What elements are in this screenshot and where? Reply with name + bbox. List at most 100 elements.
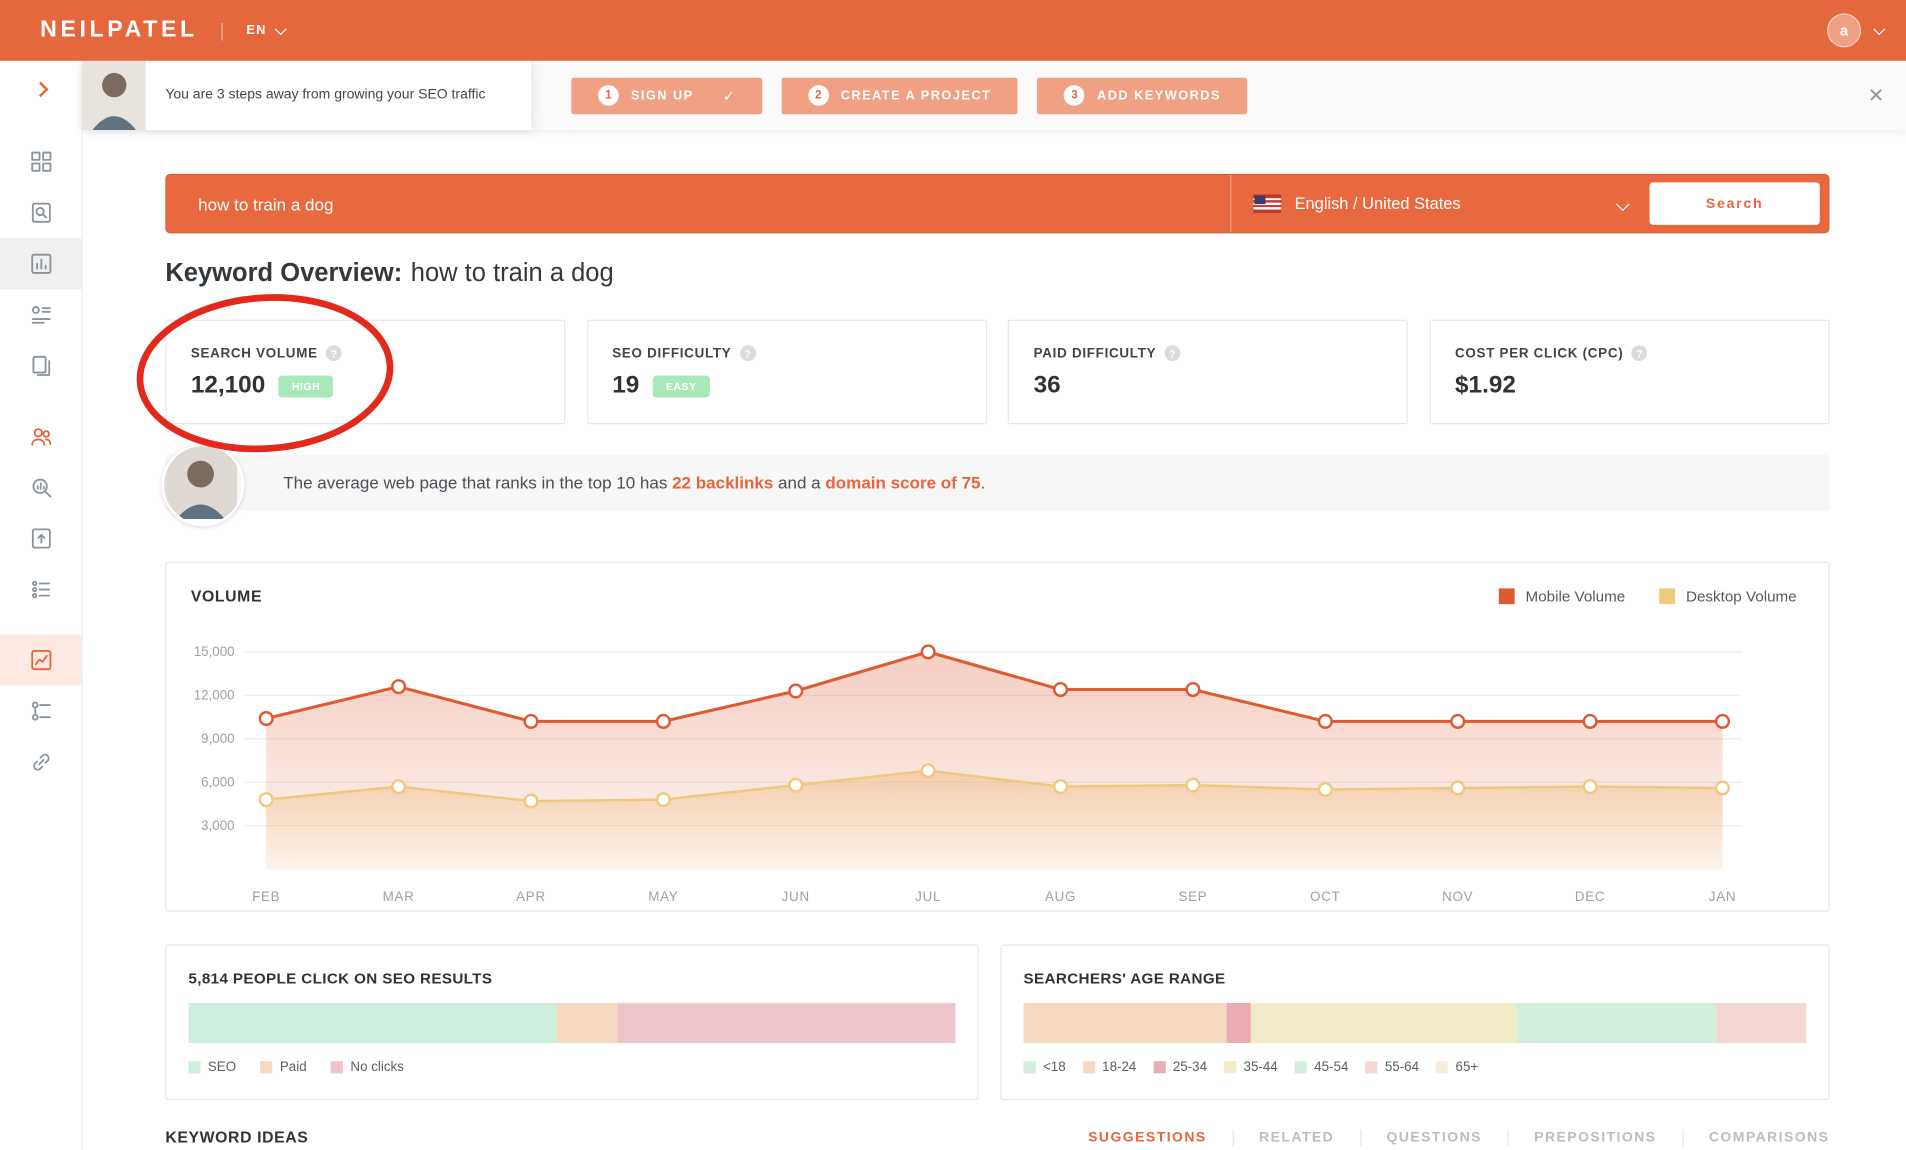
status-badge: HIGH — [279, 375, 334, 397]
domain-score-link[interactable]: domain score of 75 — [825, 473, 980, 492]
app: NEILPATEL | EN a You are 3 steps away fr… — [0, 0, 1906, 1150]
paid-difficulty-card: PAID DIFFICULTY? 36 — [1008, 320, 1408, 425]
svg-text:12,000: 12,000 — [194, 688, 235, 703]
age-range-title: SEARCHERS' AGE RANGE — [1002, 946, 1829, 987]
chevron-down-icon[interactable] — [1873, 23, 1885, 35]
tab-questions[interactable]: QUESTIONS — [1361, 1130, 1508, 1145]
keyword-ideas-tabs: SUGGESTIONS RELATED QUESTIONS PREPOSITIO… — [1063, 1129, 1830, 1146]
dashboard-icon — [29, 150, 53, 174]
sidebar-item-keyword-ideas[interactable] — [0, 289, 81, 340]
paid-swatch — [260, 1061, 272, 1073]
step-number: 3 — [1064, 85, 1085, 106]
help-icon[interactable]: ? — [326, 345, 342, 361]
seo-difficulty-value: 19 — [612, 372, 639, 400]
onboarding-banner: You are 3 steps away from growing your S… — [83, 61, 1906, 130]
svg-text:MAR: MAR — [383, 889, 415, 904]
page-title: Keyword Overview:how to train a dog — [165, 259, 613, 288]
chevron-right-icon — [33, 81, 48, 96]
svg-text:9,000: 9,000 — [201, 731, 234, 746]
documents-icon — [29, 354, 53, 378]
age-swatch — [1083, 1061, 1095, 1073]
onboarding-steps: 1 SIGN UP ✓ 2 CREATE A PROJECT 3 ADD KEY… — [571, 61, 1247, 130]
language-select[interactable]: English / United States — [1230, 175, 1649, 232]
help-icon[interactable]: ? — [1165, 345, 1181, 361]
sidebar-item-keyword-overview[interactable] — [0, 187, 81, 238]
sidebar-item-competitor-analysis[interactable] — [0, 411, 81, 462]
sidebar-expand-button[interactable] — [0, 61, 81, 117]
chart-legend: Mobile Volume Desktop Volume — [1499, 588, 1797, 605]
tab-related[interactable]: RELATED — [1233, 1130, 1359, 1145]
bar-segment-seo — [188, 1003, 556, 1043]
legend-desktop-volume: Desktop Volume — [1659, 588, 1796, 605]
sidebar-item-keyword-analysis[interactable] — [0, 238, 81, 289]
line-chart-icon — [29, 648, 53, 672]
idea-list-icon — [29, 303, 53, 327]
list-bullets-icon — [29, 577, 53, 601]
tab-comparisons[interactable]: COMPARISONS — [1683, 1130, 1829, 1145]
age-range-card: SEARCHERS' AGE RANGE <18 18-24 25-34 35-… — [1000, 945, 1829, 1101]
sidebar-item-import[interactable] — [0, 513, 81, 564]
backlinks-link[interactable]: 22 backlinks — [672, 473, 773, 492]
metric-cards: SEARCH VOLUME? 12,100 HIGH SEO DIFFICULT… — [165, 320, 1829, 425]
svg-text:JUL: JUL — [915, 889, 941, 904]
sidebar-item-backlinks[interactable] — [0, 686, 81, 737]
search-input[interactable]: how to train a dog — [167, 194, 1231, 213]
file-upload-icon — [29, 526, 53, 550]
sidebar-item-keyword-lists[interactable] — [0, 564, 81, 615]
banner-message: You are 3 steps away from growing your S… — [146, 86, 505, 105]
sidebar-item-content-ideas[interactable] — [0, 340, 81, 391]
age-swatch — [1153, 1061, 1165, 1073]
svg-text:OCT: OCT — [1310, 889, 1340, 904]
language-value: English / United States — [1295, 194, 1461, 212]
step-add-keywords[interactable]: 3 ADD KEYWORDS — [1037, 77, 1247, 113]
neil-photo — [83, 61, 146, 130]
help-icon[interactable]: ? — [740, 345, 756, 361]
mobile-swatch — [1499, 588, 1515, 604]
svg-text:FEB: FEB — [252, 889, 280, 904]
chevron-down-icon — [1616, 197, 1630, 211]
list-flow-icon — [29, 699, 53, 723]
brand-logo[interactable]: NEILPATEL — [40, 17, 198, 44]
cpc-card: COST PER CLICK (CPC)? $1.92 — [1430, 320, 1830, 425]
sidebar-item-dashboard[interactable] — [0, 136, 81, 187]
status-badge: EASY — [653, 375, 710, 397]
svg-text:AUG: AUG — [1045, 889, 1076, 904]
language-menu[interactable]: EN — [246, 23, 283, 38]
svg-text:6,000: 6,000 — [201, 774, 234, 789]
step-create-project[interactable]: 2 CREATE A PROJECT — [781, 77, 1018, 113]
bar-segment-paid — [557, 1003, 618, 1043]
seo-swatch — [188, 1061, 200, 1073]
age-range-bar — [1024, 1003, 1807, 1043]
help-icon[interactable]: ? — [1632, 345, 1648, 361]
tab-suggestions[interactable]: SUGGESTIONS — [1063, 1130, 1233, 1145]
sidebar-item-traffic-analyzer[interactable] — [0, 462, 81, 513]
age-swatch — [1295, 1061, 1307, 1073]
age-range-legend: <18 18-24 25-34 35-44 45-54 55-64 65+ — [1024, 1060, 1807, 1075]
svg-text:NOV: NOV — [1442, 889, 1473, 904]
insight-bar: The average web page that ranks in the t… — [165, 455, 1829, 511]
neil-avatar — [162, 444, 245, 527]
chart-title: VOLUME — [191, 587, 262, 605]
user-avatar[interactable]: a — [1827, 13, 1861, 47]
us-flag-icon — [1253, 194, 1281, 212]
close-icon[interactable]: ✕ — [1865, 81, 1886, 110]
svg-text:SEP: SEP — [1178, 889, 1207, 904]
paid-difficulty-value: 36 — [1034, 372, 1061, 400]
bar-segment-55-64 — [1716, 1003, 1806, 1043]
seo-clicks-bar — [188, 1003, 955, 1043]
step-sign-up[interactable]: 1 SIGN UP ✓ — [571, 77, 761, 113]
search-button[interactable]: Search — [1650, 182, 1820, 225]
link-icon — [29, 750, 53, 774]
svg-text:15,000: 15,000 — [194, 644, 235, 659]
main-content: how to train a dog English / United Stat… — [165, 61, 1829, 1150]
age-swatch — [1224, 1061, 1236, 1073]
tab-prepositions[interactable]: PREPOSITIONS — [1509, 1130, 1682, 1145]
seo-clicks-title: 5,814 PEOPLE CLICK ON SEO RESULTS — [167, 946, 978, 987]
volume-chart-card: VOLUME Mobile Volume Desktop Volume 3,00… — [165, 562, 1829, 912]
sidebar-item-outreach[interactable] — [0, 737, 81, 788]
insight-text: The average web page that ranks in the t… — [283, 473, 985, 492]
sidebar-item-traffic-overview[interactable] — [0, 635, 81, 686]
seo-difficulty-card: SEO DIFFICULTY? 19 EASY — [587, 320, 987, 425]
search-analytics-icon — [29, 475, 53, 499]
no-clicks-swatch — [331, 1061, 343, 1073]
